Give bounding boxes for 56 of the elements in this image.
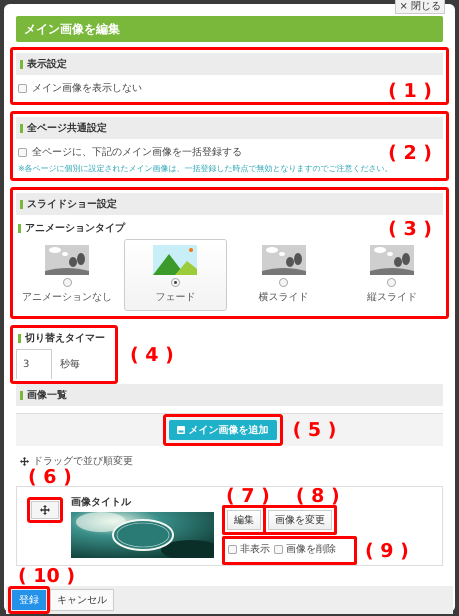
section-title: 画像一覧 <box>27 388 67 402</box>
change-image-button[interactable]: 画像を変更 <box>268 510 332 530</box>
edit-button[interactable]: 編集 <box>227 510 261 530</box>
callout-number: ( 4 ) <box>130 344 174 366</box>
callout-number: ( 1 ) <box>388 80 432 102</box>
checkbox[interactable] <box>18 148 27 156</box>
subsection-title: アニメーションタイプ <box>25 221 125 235</box>
landscape-icon <box>370 245 414 275</box>
checkbox[interactable] <box>274 544 283 554</box>
image-title: 画像タイトル <box>71 496 132 509</box>
marker-bar <box>18 224 21 232</box>
dialog-title: メイン画像を編集 <box>16 16 443 42</box>
landscape-icon <box>45 245 90 275</box>
marker-bar <box>20 124 23 132</box>
callout-number: ( 6 ) <box>28 466 72 488</box>
marker-bar <box>20 200 23 208</box>
radio-button[interactable] <box>170 278 180 287</box>
marker-bar <box>18 334 21 342</box>
checkbox-label: メイン画像を表示しない <box>32 82 142 95</box>
radio-button[interactable] <box>62 278 72 287</box>
close-button[interactable]: × 閉じる <box>395 0 445 14</box>
image-icon <box>176 426 185 434</box>
marker-bar <box>20 390 23 400</box>
notice-text: ※各ページに個別に設定されたメイン画像は、一括登録した時点で無効となりますのでご注意ください。 <box>17 163 394 175</box>
checkbox-label: 全ページに、下記のメイン画像を一括登録する <box>32 146 242 159</box>
drag-hint: ドラッグで並び順変更 <box>33 454 133 468</box>
radio-button[interactable] <box>387 278 396 287</box>
checkbox-label: 非表示 <box>240 542 270 556</box>
move-icon <box>40 505 50 515</box>
checkbox[interactable] <box>18 84 27 92</box>
move-icon <box>20 456 29 466</box>
callout-number: ( 3 ) <box>388 218 432 240</box>
callout-number: ( 10 ) <box>18 565 76 587</box>
animation-option[interactable]: アニメーションなし <box>16 239 118 311</box>
section-title: 切り替えタイマー <box>25 332 105 345</box>
landscape-icon <box>153 245 198 275</box>
unit-label: 秒毎 <box>60 358 80 371</box>
checkbox[interactable] <box>228 544 237 554</box>
callout-number: ( 7 ) <box>226 485 270 507</box>
animation-option[interactable]: 縦スライド <box>340 239 443 311</box>
drag-handle[interactable] <box>31 501 59 519</box>
cancel-button[interactable]: キャンセル <box>50 589 114 611</box>
section-title: 全ページ共通設定 <box>27 121 107 135</box>
checkbox-label: 画像を削除 <box>286 542 336 556</box>
marker-bar <box>20 60 23 68</box>
landscape-icon <box>262 245 306 275</box>
callout-number: ( 8 ) <box>296 485 340 507</box>
radio-button[interactable] <box>279 278 288 287</box>
animation-option[interactable]: 横スライド <box>232 239 335 311</box>
section-title: 表示設定 <box>27 57 67 71</box>
animation-option[interactable]: フェード <box>124 239 226 311</box>
callout-number: ( 2 ) <box>388 142 432 164</box>
section-title: スライドショー設定 <box>27 197 117 211</box>
timer-input[interactable]: 3 <box>16 349 52 379</box>
callout-number: ( 5 ) <box>292 419 336 441</box>
callout-number: ( 9 ) <box>365 540 409 562</box>
